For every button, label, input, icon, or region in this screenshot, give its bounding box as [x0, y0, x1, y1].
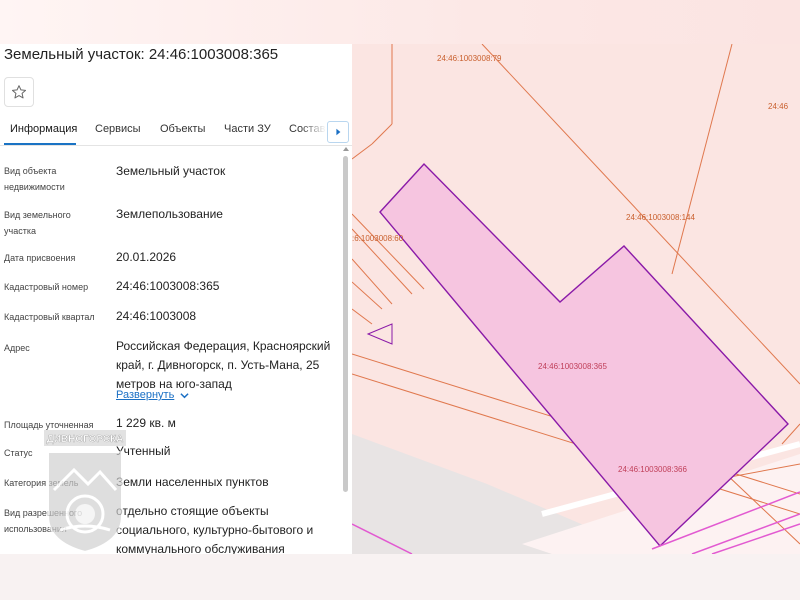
- scrollbar-thumb[interactable]: [343, 156, 348, 492]
- tab-objects[interactable]: Объекты: [160, 123, 205, 135]
- value-cadastral-quarter: 24:46:1003008: [116, 309, 197, 323]
- label-land-type: Вид земельного участка: [4, 210, 71, 236]
- label-cadastral-quarter: Кадастровый квартал: [4, 312, 95, 322]
- page-title: Земельный участок: 24:46:1003008:365: [4, 46, 279, 63]
- cadastral-map[interactable]: 24:46:1003008:79 24:46 24:46:1003008:144…: [352, 44, 800, 554]
- parcel-label-366: 24:46:1003008:366: [618, 465, 687, 474]
- value-object-type: Земельный участок: [116, 164, 226, 178]
- value-address: Российская Федерация, Красноярский край,…: [116, 339, 331, 391]
- label-object-type: Вид объекта недвижимости: [4, 166, 65, 192]
- city-emblem-watermark: ДИВНОГОРСКА: [44, 430, 126, 554]
- expand-address-link[interactable]: Развернуть: [116, 389, 189, 401]
- tab-parts[interactable]: Части ЗУ: [224, 123, 271, 135]
- expand-label: Развернуть: [116, 389, 175, 401]
- scroll-up-arrow[interactable]: [343, 147, 349, 151]
- value-area: 1 229 кв. м: [116, 416, 176, 430]
- favorite-button[interactable]: [4, 77, 34, 107]
- bottom-strip: [0, 554, 800, 600]
- parcel-notch: [366, 323, 393, 345]
- chevron-right-icon: [336, 128, 341, 136]
- parcel-label-edge: 24:46: [768, 102, 789, 111]
- chevron-down-icon: [180, 392, 189, 398]
- value-cadastral-number: 24:46:1003008:365: [116, 279, 220, 293]
- value-land-type: Землепользование: [116, 207, 223, 221]
- parcel-label-144: 24:46:1003008:144: [626, 213, 695, 222]
- tab-fade: [300, 116, 326, 144]
- value-status: Учтенный: [116, 444, 171, 458]
- parcel-label-365: 24:46:1003008:365: [538, 362, 607, 371]
- parcel-label-60: :6:1003008:60: [352, 234, 404, 243]
- parcel-label-79: 24:46:1003008:79: [437, 54, 502, 63]
- label-cadastral-number: Кадастровый номер: [4, 282, 89, 292]
- emblem-text: ДИВНОГОРСКА: [47, 434, 124, 445]
- value-land-category: Земли населенных пунктов: [116, 475, 269, 489]
- map-canvas[interactable]: [352, 44, 800, 554]
- value-permitted-use: отдельно стоящие объекты социального, ку…: [116, 504, 314, 556]
- value-assigned-date: 20.01.2026: [116, 250, 177, 264]
- active-tab-indicator: [4, 143, 76, 145]
- tabs-scroll-right-button[interactable]: [327, 121, 349, 143]
- label-address: Адрес: [4, 343, 30, 353]
- tab-info[interactable]: Информация: [10, 123, 77, 135]
- star-icon: [11, 85, 27, 99]
- tab-services[interactable]: Сервисы: [95, 123, 141, 135]
- label-assigned-date: Дата присвоения: [4, 253, 76, 263]
